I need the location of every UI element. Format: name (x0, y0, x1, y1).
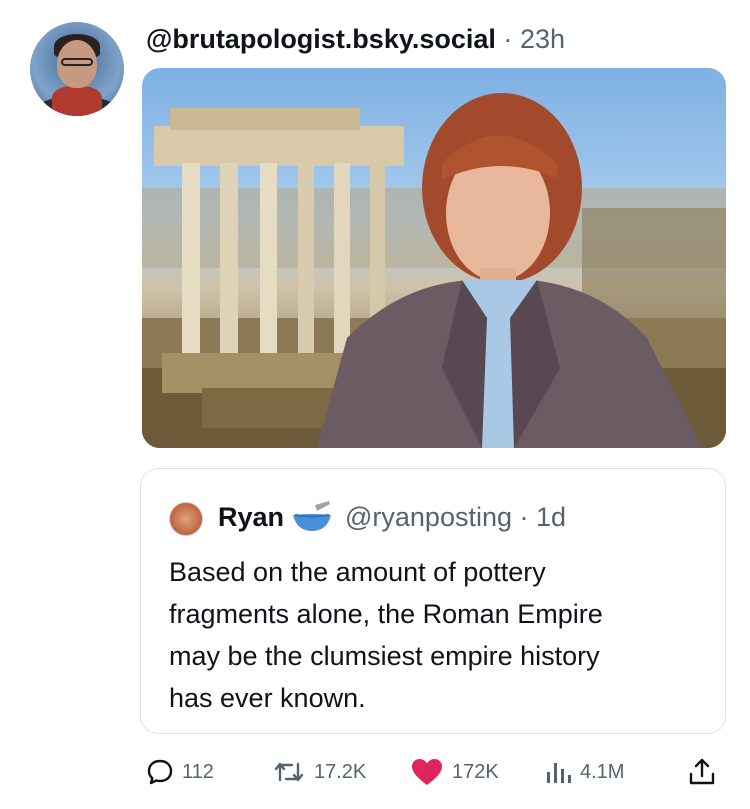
like-button[interactable]: 172K (410, 750, 499, 794)
reply-icon (147, 759, 173, 785)
reply-button[interactable]: 112 (146, 750, 214, 794)
quoted-timestamp[interactable]: 1d (536, 502, 566, 532)
quoted-text-line: Based on the amount of pottery (169, 557, 546, 587)
views-count: 4.1M (580, 760, 625, 783)
views-button[interactable]: 4.1M (544, 750, 624, 794)
views-bar-chart-icon (547, 763, 571, 783)
quoted-text-line: may be the clumsiest empire history (169, 641, 600, 671)
repost-count: 17.2K (314, 760, 367, 783)
separator-dot: · (503, 24, 513, 54)
heart-icon (412, 759, 442, 785)
post-header: @brutapologist.bsky.social · 23h (146, 22, 565, 56)
reply-count: 112 (182, 760, 214, 783)
like-count: 172K (452, 760, 499, 783)
post-author-avatar[interactable] (30, 22, 124, 116)
share-icon (689, 758, 715, 785)
quoted-author-handle[interactable]: @ryanposting (345, 502, 512, 532)
quoted-author-avatar[interactable] (169, 502, 203, 536)
separator-dot: · (519, 502, 529, 532)
bowl-with-spoon-icon (293, 501, 331, 531)
quoted-text-line: fragments alone, the Roman Empire (169, 599, 603, 629)
post-image[interactable] (142, 68, 726, 448)
repost-icon (274, 762, 304, 782)
quoted-post-text: Based on the amount of pottery fragments… (169, 551, 709, 719)
quoted-text-line: has ever known. (169, 683, 366, 713)
post-actions-bar: 112 17.2K 172K 4.1M (0, 750, 750, 794)
repost-button[interactable]: 17.2K (272, 750, 366, 794)
post-timestamp[interactable]: 23h (520, 24, 565, 54)
quoted-post[interactable]: Ryan @ryanposting · 1d Based on the amou… (140, 468, 726, 734)
share-button[interactable] (688, 750, 716, 794)
quoted-meta: @ryanposting · 1d (345, 500, 566, 534)
quoted-author-name[interactable]: Ryan (218, 500, 284, 534)
author-handle[interactable]: @brutapologist.bsky.social (146, 24, 496, 54)
